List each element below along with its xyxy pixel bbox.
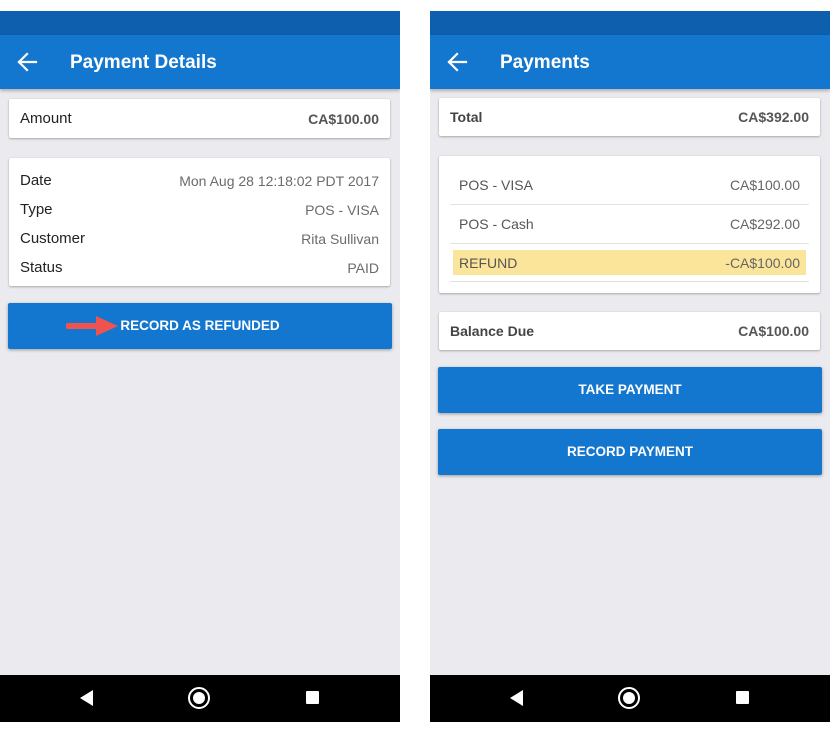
payment-value: CA$100.00 bbox=[729, 177, 800, 193]
balance-card: Balance Due CA$100.00 bbox=[439, 312, 820, 350]
record-as-refunded-label: RECORD AS REFUNDED bbox=[120, 318, 280, 333]
detail-row-date: Date Mon Aug 28 12:18:02 PDT 2017 bbox=[20, 166, 379, 195]
page-title: Payments bbox=[500, 52, 590, 73]
detail-label: Type bbox=[20, 201, 53, 218]
amount-row: Amount CA$100.00 bbox=[20, 99, 379, 138]
payments-list-card: POS - VISA CA$100.00 POS - Cash CA$292.0… bbox=[439, 156, 820, 293]
refund-label: REFUND bbox=[459, 254, 518, 271]
nav-back-icon[interactable] bbox=[510, 690, 523, 706]
amount-label: Amount bbox=[20, 110, 72, 127]
nav-home-icon[interactable] bbox=[188, 687, 210, 709]
system-nav-bar bbox=[0, 675, 400, 722]
payment-item-refund[interactable]: REFUND -CA$100.00 bbox=[459, 250, 800, 275]
payment-item-cash[interactable]: POS - Cash CA$292.00 bbox=[459, 204, 800, 244]
annotation-arrow-icon bbox=[66, 316, 118, 336]
nav-recents-icon[interactable] bbox=[306, 691, 319, 704]
divider bbox=[450, 281, 809, 282]
detail-value: Rita Sullivan bbox=[301, 230, 379, 247]
amount-value: CA$100.00 bbox=[308, 110, 379, 127]
payment-item-visa[interactable]: POS - VISA CA$100.00 bbox=[459, 165, 800, 205]
detail-label: Customer bbox=[20, 230, 86, 247]
app-bar: Payments bbox=[430, 35, 830, 89]
detail-row-type: Type POS - VISA bbox=[20, 195, 379, 224]
nav-back-icon[interactable] bbox=[80, 690, 93, 706]
take-payment-label: TAKE PAYMENT bbox=[578, 382, 682, 397]
record-payment-label: RECORD PAYMENT bbox=[566, 444, 693, 459]
arrow-back-icon[interactable] bbox=[446, 52, 468, 72]
total-row: Total CA$392.00 bbox=[450, 98, 809, 136]
total-card: Total CA$392.00 bbox=[439, 98, 820, 136]
balance-label: Balance Due bbox=[450, 323, 535, 339]
detail-label: Date bbox=[20, 172, 52, 189]
record-payment-button[interactable]: RECORD PAYMENT bbox=[438, 429, 822, 475]
total-label: Total bbox=[450, 109, 483, 125]
payments-screen: Payments Total CA$392.00 POS - VISA CA$1… bbox=[430, 11, 830, 722]
take-payment-button[interactable]: TAKE PAYMENT bbox=[438, 367, 822, 413]
status-bar bbox=[430, 11, 830, 35]
detail-value: PAID bbox=[347, 259, 379, 276]
page-title: Payment Details bbox=[70, 52, 217, 73]
divider bbox=[450, 243, 809, 244]
detail-row-customer: Customer Rita Sullivan bbox=[20, 224, 379, 253]
detail-label: Status bbox=[20, 259, 63, 276]
balance-value: CA$100.00 bbox=[738, 323, 809, 339]
status-bar bbox=[0, 11, 400, 35]
nav-recents-icon[interactable] bbox=[736, 691, 749, 704]
arrow-back-icon[interactable] bbox=[16, 52, 38, 72]
balance-row: Balance Due CA$100.00 bbox=[450, 312, 809, 350]
details-card: Date Mon Aug 28 12:18:02 PDT 2017 Type P… bbox=[9, 158, 390, 286]
payment-label: POS - VISA bbox=[459, 177, 533, 193]
detail-value: POS - VISA bbox=[305, 201, 379, 218]
detail-value: Mon Aug 28 12:18:02 PDT 2017 bbox=[179, 172, 379, 189]
payment-label: POS - Cash bbox=[459, 216, 534, 232]
system-nav-bar bbox=[430, 675, 830, 722]
nav-home-icon[interactable] bbox=[618, 687, 640, 709]
total-value: CA$392.00 bbox=[738, 109, 809, 125]
app-bar: Payment Details bbox=[0, 35, 400, 89]
payment-details-screen: Payment Details Amount CA$100.00 Date Mo… bbox=[0, 11, 400, 722]
amount-card: Amount CA$100.00 bbox=[9, 99, 390, 138]
detail-row-status: Status PAID bbox=[20, 253, 379, 282]
payment-value: CA$292.00 bbox=[729, 216, 800, 232]
refund-value: -CA$100.00 bbox=[725, 254, 800, 271]
